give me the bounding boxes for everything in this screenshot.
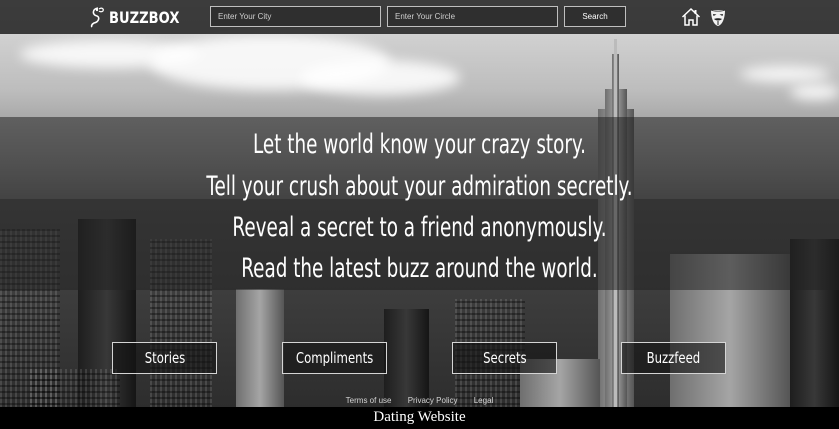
header-bar: BUZZBOX Search: [0, 0, 839, 34]
privacy-policy-link[interactable]: Privacy Policy: [408, 396, 458, 405]
compliments-button[interactable]: Compliments: [282, 342, 387, 374]
stories-button-label: Stories: [144, 349, 185, 367]
terms-of-use-link[interactable]: Terms of use: [346, 396, 392, 405]
buzzfeed-button-label: Buzzfeed: [646, 349, 701, 367]
tagline-4: Read the latest buzz around the world.: [241, 253, 598, 284]
footer-links: Terms of use Privacy Policy Legal: [0, 396, 839, 405]
secrets-button[interactable]: Secrets: [452, 342, 557, 374]
search-button[interactable]: Search: [564, 6, 626, 27]
logo[interactable]: BUZZBOX: [88, 5, 195, 29]
bee-logo-icon: [90, 7, 104, 28]
stories-button[interactable]: Stories: [112, 342, 217, 374]
circle-input[interactable]: [387, 6, 558, 27]
tagline-2: Tell your crush about your admiration se…: [206, 171, 633, 202]
city-input[interactable]: [210, 6, 381, 27]
logo-text: BUZZBOX: [109, 7, 180, 27]
guy-fawkes-mask-icon[interactable]: [708, 7, 728, 27]
secrets-button-label: Secrets: [482, 349, 527, 367]
page: BUZZBOX Search Let the world know your c…: [0, 0, 839, 429]
caption-bar: Dating Website: [0, 407, 839, 429]
tagline-3: Reveal a secret to a friend anonymously.: [232, 212, 607, 243]
tagline-1: Let the world know your crazy story.: [253, 129, 586, 160]
legal-link[interactable]: Legal: [474, 396, 494, 405]
buzzfeed-button[interactable]: Buzzfeed: [621, 342, 726, 374]
home-icon[interactable]: [681, 7, 701, 27]
compliments-button-label: Compliments: [295, 349, 374, 367]
